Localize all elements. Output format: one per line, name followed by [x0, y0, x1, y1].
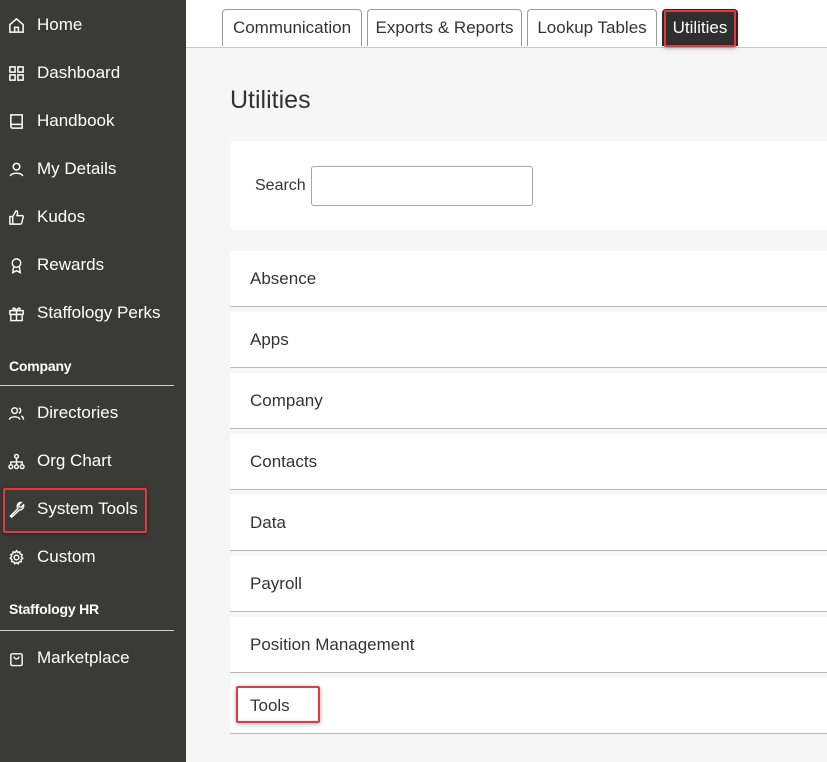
sidebar-item-rewards[interactable]: Rewards [0, 245, 186, 285]
tab-label: Communication [232, 18, 352, 37]
sidebar-item-kudos[interactable]: Kudos [0, 197, 186, 237]
tab-label: Exports & Reports [375, 18, 514, 37]
highlight-utilities-tab [664, 10, 736, 47]
tab-bar: Communication Exports & Reports Lookup T… [186, 0, 827, 48]
main-content: Communication Exports & Reports Lookup T… [186, 0, 827, 762]
highlight-system-tools [3, 488, 147, 533]
sidebar-section-staffology-hr: Staffology HR [9, 601, 99, 617]
tab-communication[interactable]: Communication [222, 9, 362, 46]
list-item-contacts[interactable]: Contacts [230, 434, 827, 490]
sidebar-item-my-details[interactable]: My Details [0, 149, 186, 189]
sidebar-item-label: Staffology Perks [37, 303, 161, 322]
sidebar-item-custom[interactable]: Custom [0, 537, 186, 577]
list-item-label: Position Management [250, 635, 415, 654]
section-divider [0, 385, 174, 386]
sidebar: Home Dashboard Handbook My Details Kudos… [0, 0, 186, 762]
org-chart-icon [7, 452, 25, 470]
gift-icon [7, 304, 25, 322]
list-item-position-management[interactable]: Position Management [230, 617, 827, 673]
gear-icon [7, 548, 25, 566]
thumbs-up-icon [7, 208, 25, 226]
user-icon [7, 160, 25, 178]
users-icon [7, 404, 25, 422]
book-icon [7, 112, 25, 130]
sidebar-item-staffology-perks[interactable]: Staffology Perks [0, 293, 186, 333]
sidebar-item-label: Handbook [37, 111, 115, 130]
sidebar-item-label: Directories [37, 403, 119, 422]
sidebar-section-company: Company [9, 358, 72, 374]
search-panel: Search [230, 141, 827, 230]
sidebar-item-directories[interactable]: Directories [0, 393, 186, 433]
page-title: Utilities [230, 86, 311, 114]
grid-icon [7, 64, 25, 82]
sidebar-item-label: Marketplace [37, 648, 130, 667]
shopping-bag-icon [7, 649, 25, 667]
tab-label: Lookup Tables [537, 18, 647, 37]
list-item-data[interactable]: Data [230, 495, 827, 551]
list-item-label: Company [250, 391, 323, 410]
section-divider [0, 630, 174, 631]
highlight-tools [236, 686, 320, 723]
search-label: Search [255, 177, 306, 194]
sidebar-item-label: Custom [37, 547, 96, 566]
sidebar-item-label: Kudos [37, 207, 86, 226]
tab-lookup-tables[interactable]: Lookup Tables [527, 9, 657, 46]
sidebar-item-label: Home [37, 15, 83, 34]
list-item-company[interactable]: Company [230, 373, 827, 429]
list-item-label: Apps [250, 330, 289, 349]
sidebar-item-home[interactable]: Home [0, 5, 186, 45]
list-item-label: Data [250, 513, 286, 532]
list-item-absence[interactable]: Absence [230, 251, 827, 307]
tab-exports-reports[interactable]: Exports & Reports [367, 9, 522, 46]
search-input[interactable] [311, 166, 533, 206]
sidebar-item-handbook[interactable]: Handbook [0, 101, 186, 141]
sidebar-item-label: Dashboard [37, 63, 121, 82]
list-item-payroll[interactable]: Payroll [230, 556, 827, 612]
sidebar-item-label: Org Chart [37, 451, 112, 470]
award-icon [7, 256, 25, 274]
list-item-apps[interactable]: Apps [230, 312, 827, 368]
list-item-label: Absence [250, 269, 317, 288]
sidebar-item-label: Rewards [37, 255, 105, 274]
sidebar-item-org-chart[interactable]: Org Chart [0, 441, 186, 481]
sidebar-item-label: My Details [37, 159, 117, 178]
home-icon [7, 16, 25, 34]
sidebar-item-dashboard[interactable]: Dashboard [0, 53, 186, 93]
sidebar-item-marketplace[interactable]: Marketplace [0, 638, 186, 678]
list-item-label: Contacts [250, 452, 318, 471]
list-item-label: Payroll [250, 574, 302, 593]
